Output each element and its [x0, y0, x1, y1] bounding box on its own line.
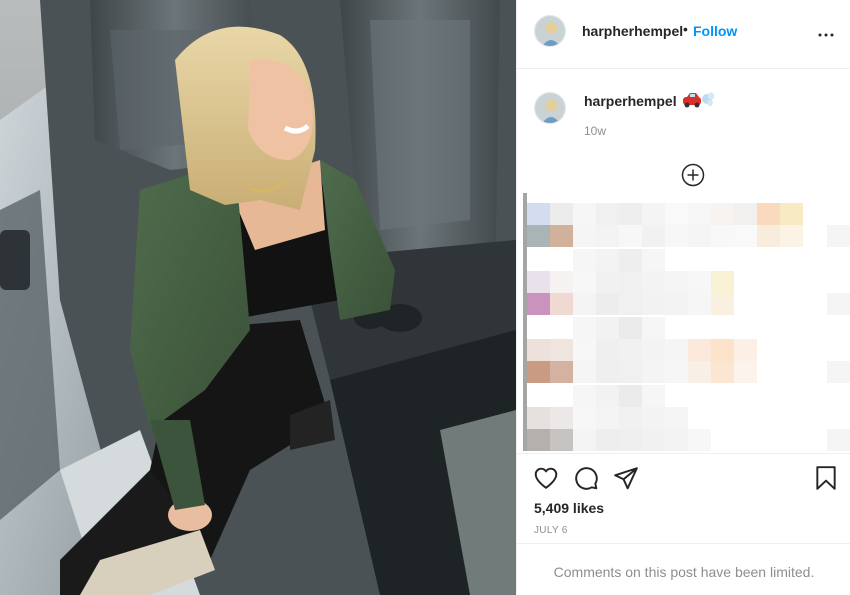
- follow-button[interactable]: Follow: [693, 23, 737, 39]
- caption-text: harperhempel: [584, 93, 677, 109]
- more-options-icon[interactable]: [814, 23, 838, 47]
- send-icon[interactable]: [613, 465, 639, 491]
- post-photo[interactable]: [0, 0, 516, 595]
- heart-icon[interactable]: [533, 465, 559, 491]
- caption-username[interactable]: harperhempel: [584, 93, 677, 109]
- post-side-panel: harpherhempel • Follow harperhempel 10w …: [516, 0, 850, 595]
- post-date: JULY 6: [534, 525, 568, 536]
- bookmark-icon[interactable]: [813, 465, 839, 491]
- follow-separator: •: [683, 21, 688, 37]
- likes-count[interactable]: 5,409 likes: [534, 500, 604, 516]
- comments-section: harperhempel 10w: [517, 70, 850, 452]
- car-dash-emoji-icon: [682, 90, 716, 115]
- comment-icon[interactable]: [573, 465, 599, 491]
- pixelated-comments-graphic: [527, 203, 850, 451]
- post-actions: 5,409 likes JULY 6: [517, 453, 850, 543]
- author-username[interactable]: harpherhempel: [582, 23, 683, 39]
- caption-avatar[interactable]: [534, 92, 566, 124]
- comments-limited-notice: Comments on this post have been limited.: [517, 543, 850, 595]
- photo-illustration: [0, 0, 516, 595]
- caption-timestamp: 10w: [584, 124, 607, 138]
- pixelated-comments: [523, 193, 850, 451]
- author-avatar[interactable]: [534, 15, 566, 47]
- post-header: harpherhempel • Follow: [517, 0, 850, 69]
- plus-circle-icon[interactable]: [681, 163, 705, 187]
